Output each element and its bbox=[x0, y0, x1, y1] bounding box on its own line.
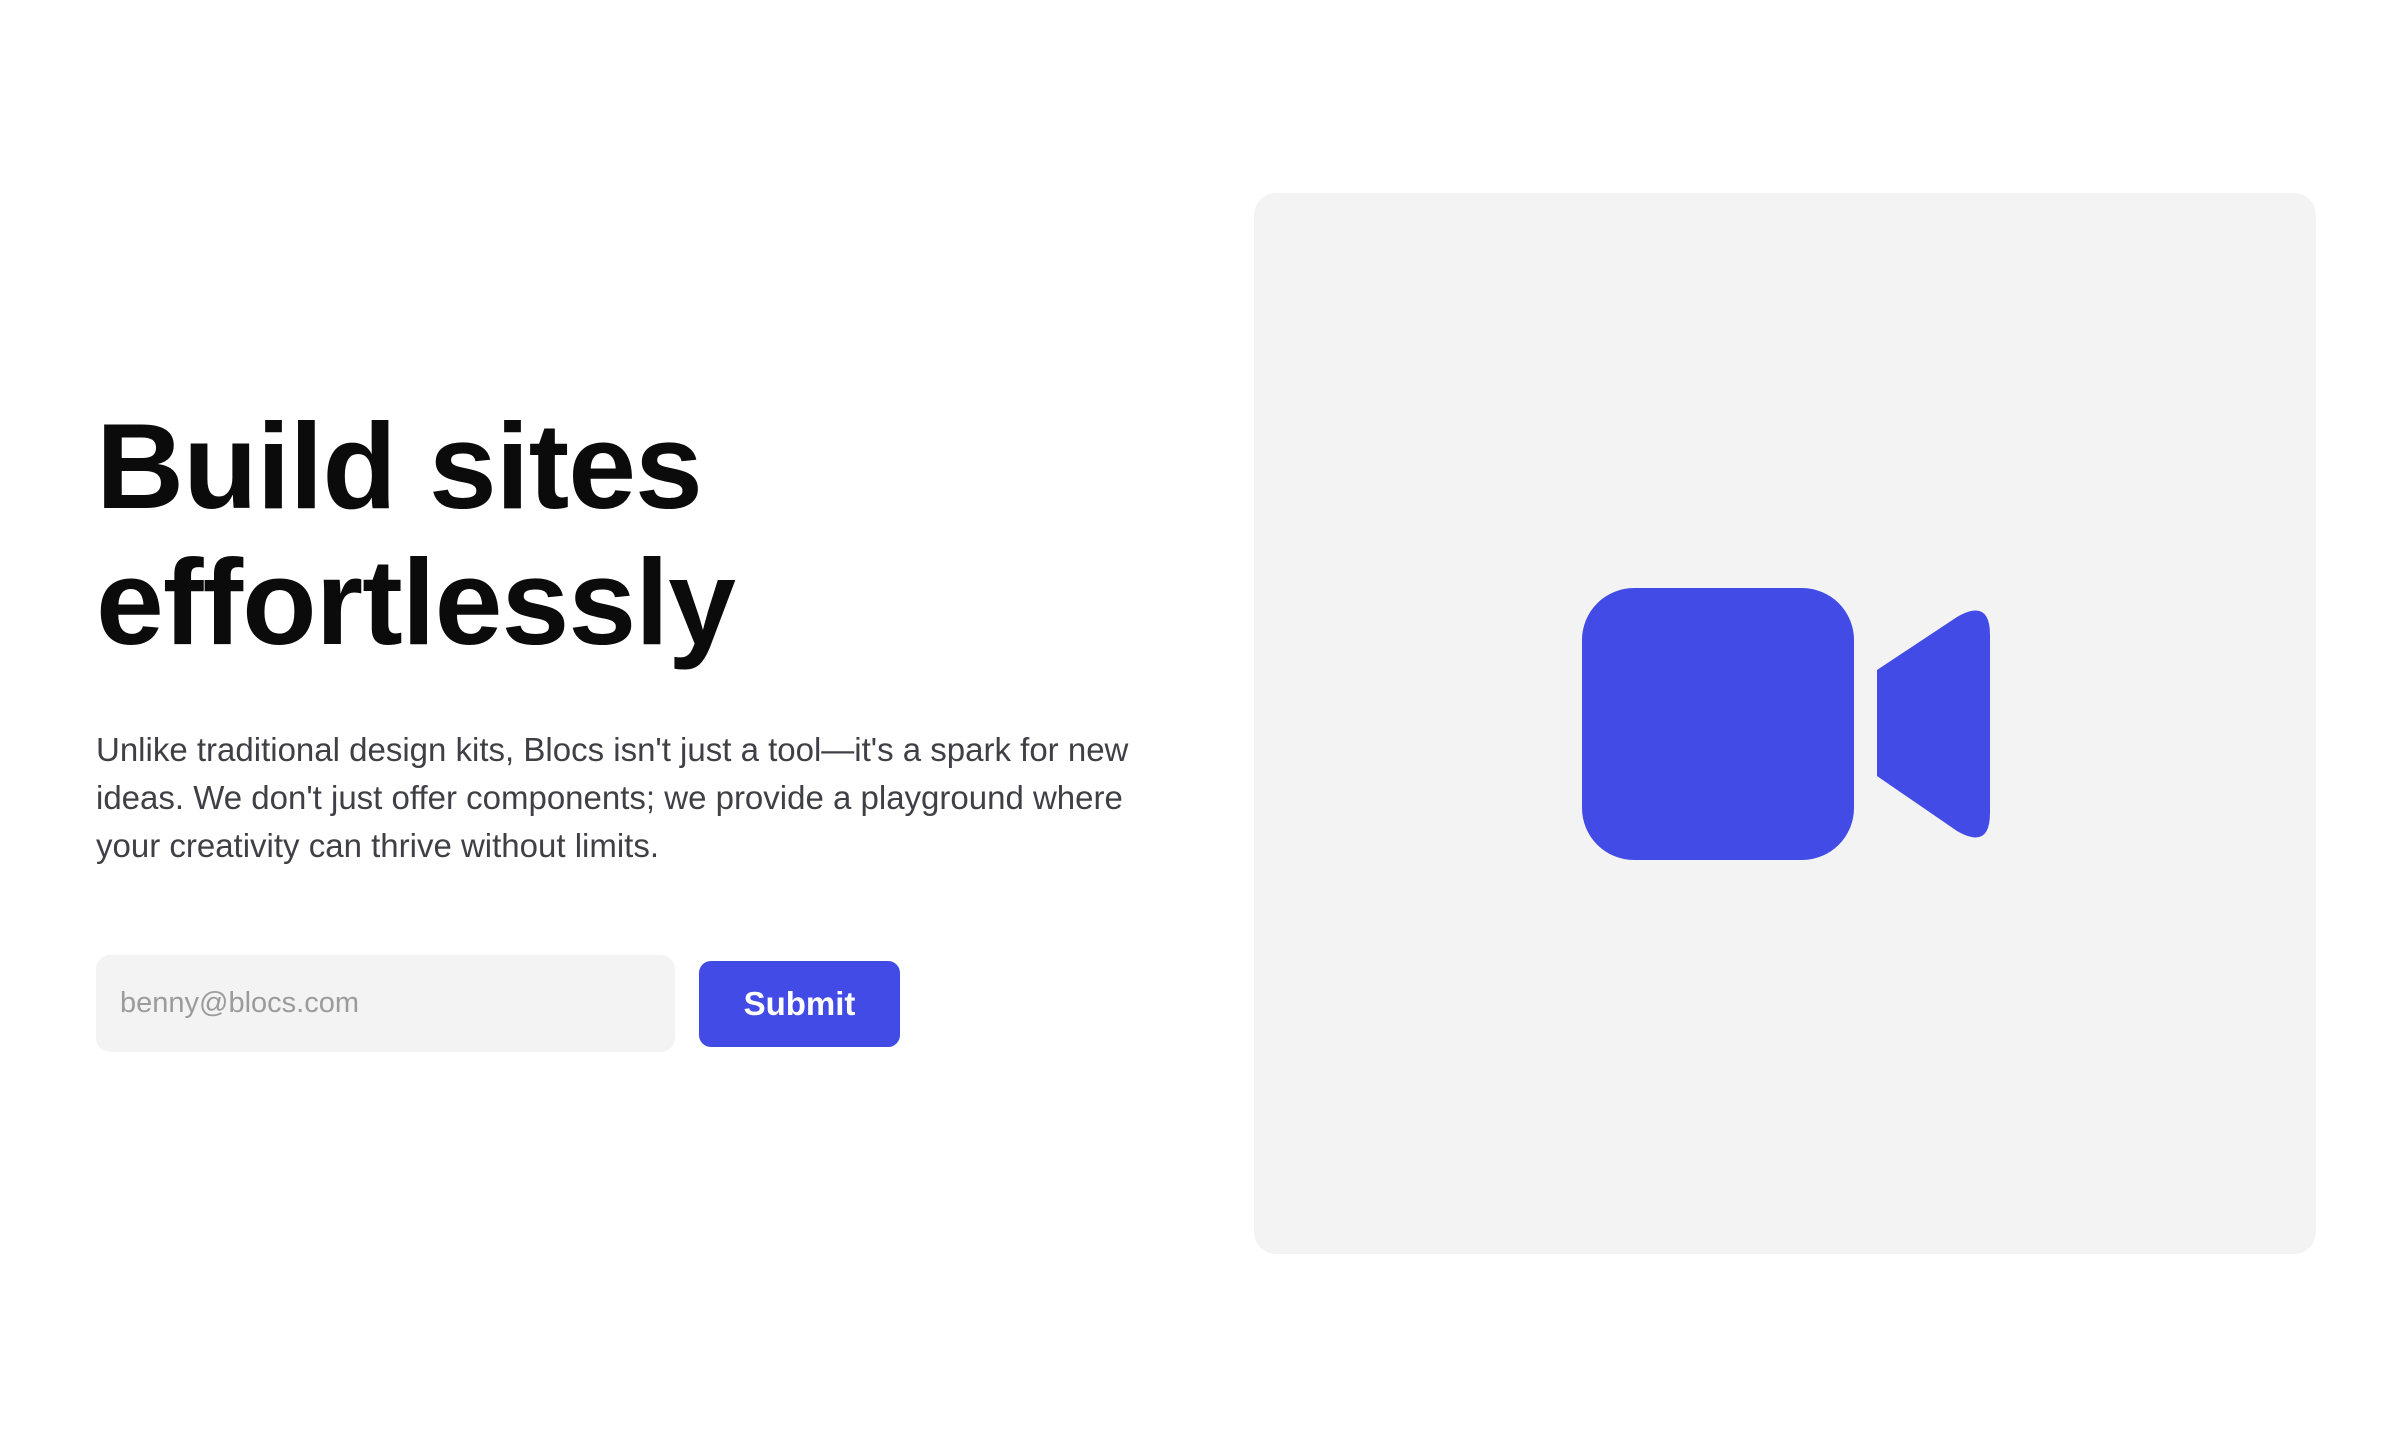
hero-content: Build sites effortlessly Unlike traditio… bbox=[96, 398, 1166, 870]
media-panel bbox=[1254, 193, 2316, 1254]
headline-line-1: Build sites bbox=[96, 398, 703, 534]
email-field[interactable] bbox=[96, 955, 675, 1052]
headline-line-2: effortlessly bbox=[96, 534, 736, 670]
video-camera-lens bbox=[1877, 610, 1990, 838]
video-camera-icon bbox=[1582, 588, 1990, 860]
hero-description: Unlike traditional design kits, Blocs is… bbox=[96, 731, 1129, 864]
submit-button[interactable]: Submit bbox=[699, 960, 900, 1047]
page-title: Build sites effortlessly bbox=[96, 398, 1166, 670]
signup-form: Submit bbox=[96, 955, 900, 1052]
video-camera-body bbox=[1582, 588, 1854, 860]
